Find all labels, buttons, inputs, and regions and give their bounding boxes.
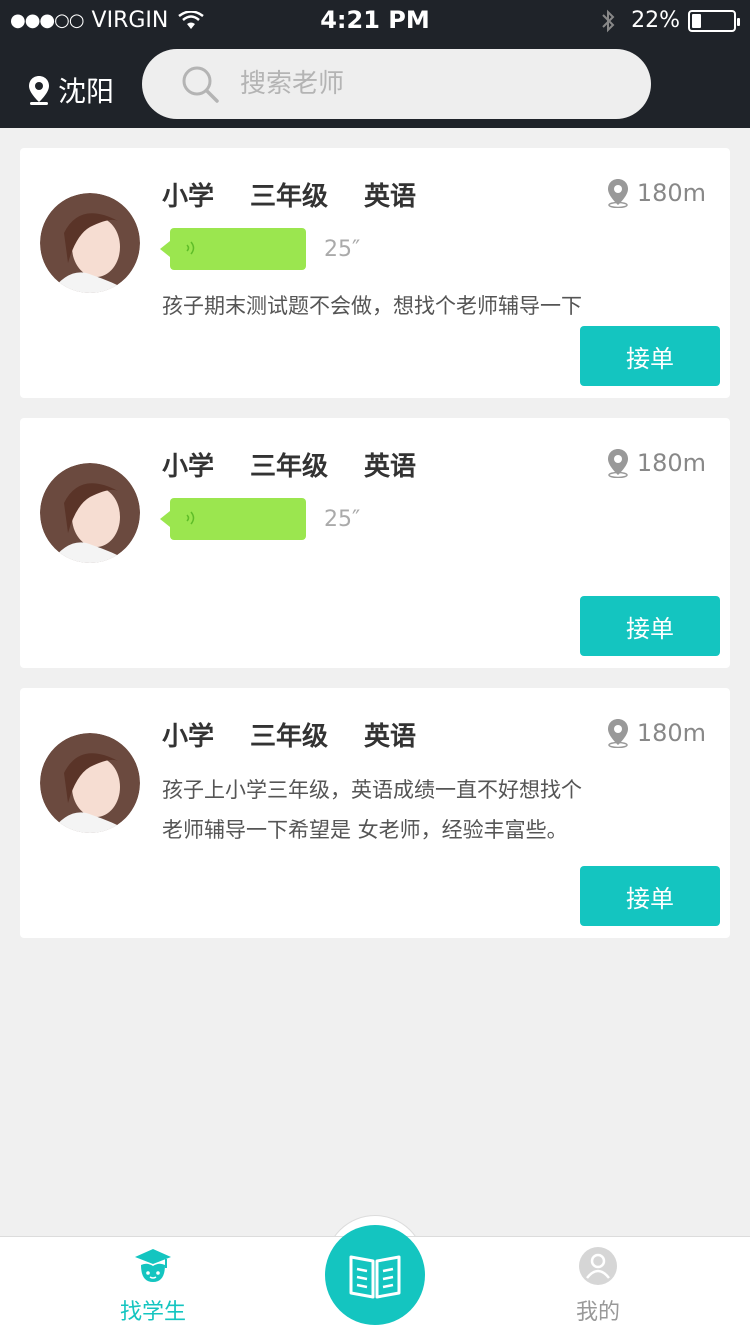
location-pin-icon [607, 179, 628, 208]
student-avatar [40, 463, 140, 563]
voice-message[interactable]: 25″ [160, 498, 360, 540]
accept-order-button[interactable]: 接单 [580, 866, 720, 926]
sound-wave-icon [186, 241, 195, 255]
tag-subject: 英语 [364, 452, 417, 482]
distance-value: 180m [636, 179, 706, 207]
open-book-icon [349, 1255, 401, 1299]
student-avatar [40, 193, 140, 293]
accept-order-button[interactable]: 接单 [580, 596, 720, 656]
search-icon [182, 66, 219, 103]
search-bar[interactable] [142, 49, 651, 119]
distance-value: 180m [636, 719, 706, 747]
tab-find-students[interactable]: 找学生 [93, 1246, 213, 1326]
request-description: 孩子期末测试题不会做，想找个老师辅导一下 [162, 294, 582, 318]
accept-order-button[interactable]: 接单 [580, 326, 720, 386]
tab-mine[interactable]: 我的 [538, 1246, 658, 1326]
status-bar: ●●●○○ VIRGIN 4:21 PM 22% [0, 0, 750, 40]
search-input[interactable] [240, 69, 600, 99]
center-book-button[interactable] [325, 1225, 425, 1325]
battery-percent: 22% [631, 8, 680, 33]
tag-subject: 英语 [364, 182, 417, 212]
distance: 180m [607, 448, 706, 478]
sound-wave-icon [186, 511, 195, 525]
tag-level: 小学 [162, 182, 215, 212]
city-selector[interactable]: 沈阳 [28, 70, 114, 110]
tag-subject: 英语 [364, 722, 417, 752]
description-line: 老师辅导一下希望是 女老师，经验丰富些。 [162, 818, 568, 842]
tag-grade: 三年级 [250, 722, 329, 752]
user-profile-icon [579, 1247, 617, 1285]
bluetooth-icon [602, 9, 615, 32]
voice-bubble[interactable] [160, 498, 306, 540]
request-card: 小学 三年级 英语 180m 25″ 孩子期末测试题不会做，想找个老师辅导一下 … [20, 148, 730, 398]
location-pin-icon [607, 719, 628, 748]
student-avatar [40, 733, 140, 833]
tab-find-students-label: 找学生 [119, 1300, 186, 1325]
tag-grade: 三年级 [250, 452, 329, 482]
voice-duration: 25″ [324, 236, 361, 262]
tab-mine-label: 我的 [575, 1300, 620, 1325]
voice-duration: 25″ [324, 506, 361, 532]
voice-message[interactable]: 25″ [160, 228, 360, 270]
request-card: 小学 三年级 英语 180m 25″ 接单 [20, 418, 730, 668]
distance-value: 180m [636, 449, 706, 477]
city-name: 沈阳 [58, 75, 115, 108]
distance: 180m [607, 178, 706, 208]
request-description: 孩子上小学三年级，英语成绩一直不好想找个 老师辅导一下希望是 女老师，经验丰富些… [162, 770, 632, 850]
request-card: 小学 三年级 英语 180m 孩子上小学三年级，英语成绩一直不好想找个 老师辅导… [20, 688, 730, 938]
distance: 180m [607, 718, 706, 748]
tag-grade: 三年级 [250, 182, 329, 212]
voice-bubble[interactable] [160, 228, 306, 270]
description-line: 孩子上小学三年级，英语成绩一直不好想找个 [162, 778, 582, 802]
location-pin-icon [29, 76, 49, 105]
student-graduation-cap-icon [135, 1249, 171, 1282]
tag-level: 小学 [162, 722, 215, 752]
location-pin-icon [607, 449, 628, 478]
app-header: ●●●○○ VIRGIN 4:21 PM 22% 沈阳 [0, 0, 750, 128]
tag-level: 小学 [162, 452, 215, 482]
battery-icon [688, 9, 740, 32]
battery-level [692, 13, 701, 28]
